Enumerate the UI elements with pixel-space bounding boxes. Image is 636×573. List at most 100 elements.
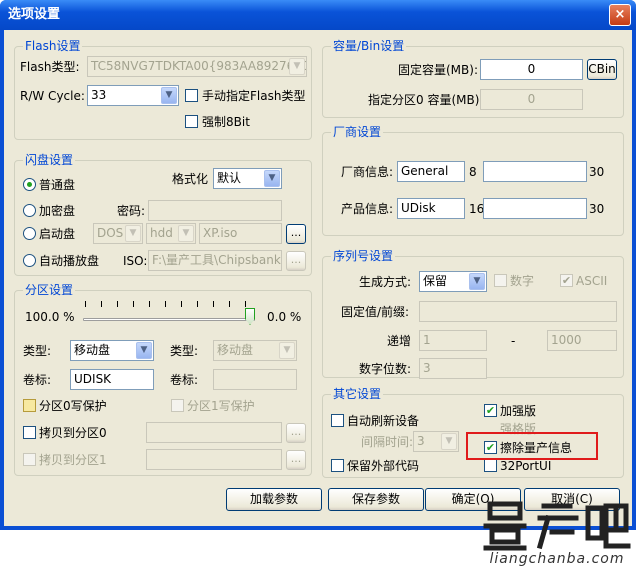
rw-cycle-label: R/W Cycle:	[20, 89, 85, 103]
site-watermark: liangchanba.com	[482, 496, 632, 571]
manual-flash-checkbox[interactable]	[185, 89, 198, 102]
password-input[interactable]	[148, 200, 282, 221]
partition0-wp-checkbox[interactable]	[23, 399, 36, 412]
gen-mode-label: 生成方式:	[359, 275, 412, 289]
partition1-type-select[interactable]: 移动盘 ▼	[213, 340, 297, 361]
increment-dash: -	[511, 334, 516, 348]
copy-partition1-label: 拷贝到分区1	[39, 453, 107, 467]
gen-mode-value: 保留	[423, 274, 448, 288]
interval-select[interactable]: 3 ▼	[413, 431, 459, 452]
slider-ticks	[85, 301, 255, 307]
partition-group: 分区设置 100.0 % 0.0 % 类型: 移动盘 ▼ 类型: 移动盘 ▼ 卷…	[14, 283, 312, 476]
normal-disk-label: 普通盘	[39, 178, 76, 192]
partition-slider-track[interactable]	[83, 318, 255, 321]
normal-disk-radio[interactable]	[23, 178, 36, 191]
rw-cycle-value: 33	[91, 88, 107, 102]
partition0-capacity-input[interactable]: 0	[480, 89, 583, 110]
encrypt-disk-radio[interactable]	[23, 204, 36, 217]
vendor-length: 8	[469, 165, 477, 179]
rw-cycle-select[interactable]: 33 ▼	[87, 85, 179, 106]
copy-partition1-browse[interactable]: ...	[286, 450, 306, 470]
partition0-type-select[interactable]: 移动盘 ▼	[70, 340, 154, 361]
auto-refresh-label: 自动刷新设备	[347, 414, 420, 428]
increment-end-input[interactable]: 1000	[547, 330, 617, 351]
copy-partition0-checkbox[interactable]	[23, 426, 36, 439]
prefix-input[interactable]	[419, 301, 617, 322]
partition0-volume-label: 卷标:	[23, 373, 52, 387]
vendor-info-input[interactable]: General	[397, 161, 465, 182]
partition1-wp-checkbox[interactable]	[171, 399, 184, 412]
flash-type-select[interactable]: TC58NVG7TDKTA00{983AA8927650} ▼	[87, 56, 307, 77]
chevron-down-icon: ▼	[469, 273, 485, 290]
fixed-capacity-label: 固定容量(MB):	[398, 63, 478, 77]
load-params-button[interactable]: 加载参数	[226, 488, 322, 511]
boot-disk-radio[interactable]	[23, 227, 36, 240]
product-max: 30	[589, 202, 605, 216]
iso-label: ISO:	[123, 254, 148, 268]
force-8bit-checkbox[interactable]	[185, 115, 198, 128]
cbin-button[interactable]: CBin	[587, 59, 617, 80]
udisk-group: 闪盘设置 普通盘 格式化 默认 ▼ 加密盘 密码: 启动盘 DOS ▼ hdd …	[14, 153, 312, 276]
copy-partition0-browse[interactable]: ...	[286, 423, 306, 443]
port32-checkbox[interactable]	[484, 459, 497, 472]
udisk-legend: 闪盘设置	[23, 153, 76, 167]
digit-checkbox[interactable]	[494, 274, 507, 287]
boot-browse-button[interactable]: ...	[286, 224, 306, 244]
copy-partition1-path[interactable]	[146, 449, 282, 470]
iso-browse-button[interactable]: ...	[286, 251, 306, 271]
interval-label: 间隔时间:	[361, 435, 414, 449]
increment-start-input[interactable]: 1	[419, 330, 487, 351]
save-params-button[interactable]: 保存参数	[328, 488, 424, 511]
format-label: 格式化	[172, 172, 209, 186]
digit-count-label: 数字位数:	[359, 362, 412, 376]
vendor-max: 30	[589, 165, 605, 179]
close-button[interactable]: ×	[609, 4, 631, 26]
boot-file-input[interactable]: XP.iso	[199, 223, 282, 244]
chevron-down-icon: ▼	[161, 87, 177, 104]
chevron-down-icon: ▼	[279, 342, 295, 359]
dialog-title: 选项设置	[8, 7, 61, 22]
enhanced-label: 加强版	[500, 404, 537, 418]
flash-legend: Flash设置	[23, 39, 83, 53]
partition-slider-thumb[interactable]	[245, 308, 255, 325]
ascii-checkbox[interactable]: ✔	[560, 274, 573, 287]
vendor-extra-input[interactable]	[483, 161, 587, 182]
vendor-info-label: 厂商信息:	[341, 165, 394, 179]
product-info-label: 产品信息:	[341, 202, 394, 216]
partition1-volume-input[interactable]	[213, 369, 297, 390]
port32-label: 32PortUI	[500, 459, 552, 473]
iso-path-input[interactable]: F:\量产工具\Chipsbank\C	[148, 250, 282, 271]
auto-refresh-checkbox[interactable]	[331, 414, 344, 427]
boot-disk-label: 启动盘	[39, 227, 76, 241]
copy-partition0-path[interactable]	[146, 422, 282, 443]
partition0-capacity-label: 指定分区0 容量(MB):	[368, 93, 484, 107]
gen-mode-select[interactable]: 保留 ▼	[419, 271, 487, 292]
copy-partition0-label: 拷贝到分区0	[39, 426, 107, 440]
boot-fs-select[interactable]: hdd ▼	[146, 223, 196, 244]
chevron-down-icon: ▼	[264, 170, 280, 187]
serial-legend: 序列号设置	[331, 249, 396, 263]
product-extra-input[interactable]	[483, 198, 587, 219]
partition1-wp-label: 分区1写保护	[187, 399, 255, 413]
autoplay-disk-label: 自动播放盘	[39, 254, 100, 268]
options-dialog: 选项设置 × Flash设置 Flash类型: TC58NVG7TDKTA00{…	[0, 0, 636, 530]
autoplay-disk-radio[interactable]	[23, 254, 36, 267]
partition1-type-label: 类型:	[170, 344, 199, 358]
password-label: 密码:	[117, 204, 146, 218]
partition0-volume-input[interactable]: UDISK	[70, 369, 154, 390]
fixed-capacity-input[interactable]: 0	[480, 59, 583, 80]
enhanced-checkbox[interactable]: ✔	[484, 404, 497, 417]
product-info-input[interactable]: UDisk	[397, 198, 465, 219]
capacity-legend: 容量/Bin设置	[331, 39, 407, 53]
ascii-label: ASCII	[576, 274, 608, 288]
vendor-group: 厂商设置 厂商信息: General 8 30 产品信息: UDisk 16 3…	[322, 125, 624, 236]
format-select[interactable]: 默认 ▼	[213, 168, 282, 189]
chevron-down-icon: ▼	[136, 342, 152, 359]
keep-ext-code-checkbox[interactable]	[331, 459, 344, 472]
chevron-down-icon: ▼	[441, 433, 457, 450]
title-bar: 选项设置 ×	[0, 0, 636, 30]
boot-os-select[interactable]: DOS ▼	[93, 223, 143, 244]
copy-partition1-checkbox[interactable]	[23, 453, 36, 466]
flash-type-label: Flash类型:	[20, 60, 80, 74]
digit-count-input[interactable]: 3	[419, 358, 487, 379]
